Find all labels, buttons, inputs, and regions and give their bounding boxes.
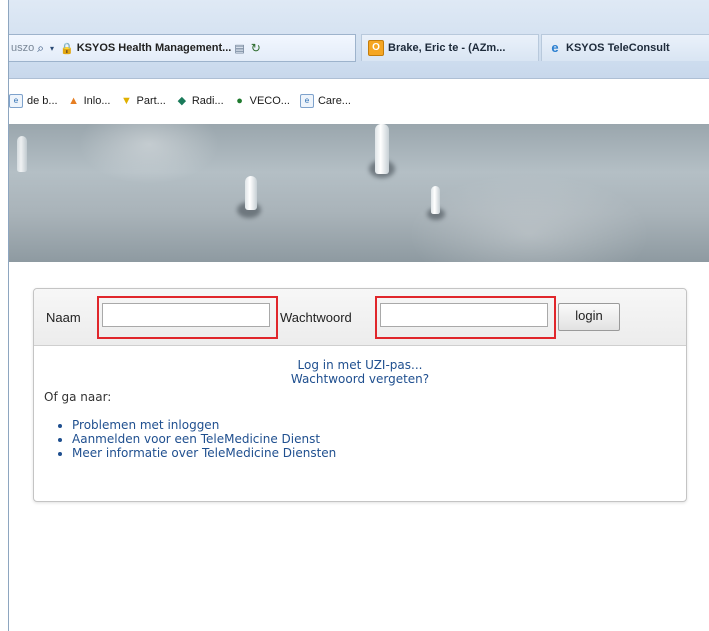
list-item: Problemen met inloggen bbox=[72, 418, 676, 432]
uzi-login-link[interactable]: Log in met UZI-pas... bbox=[44, 358, 676, 372]
naam-label: Naam bbox=[46, 310, 81, 325]
peg-shape bbox=[245, 176, 257, 210]
refresh-icon[interactable]: ↻ bbox=[251, 41, 261, 55]
favorite-label: Part... bbox=[136, 95, 166, 107]
ie-page-icon: e bbox=[551, 40, 559, 55]
search-icon[interactable]: ⌕ bbox=[37, 41, 44, 56]
address-bar[interactable]: uszo ⌕ ▾ 🔒 KSYOS Health Management... ▤ … bbox=[9, 34, 356, 62]
list-item: Meer informatie over TeleMedicine Dienst… bbox=[72, 446, 676, 460]
forgot-password-link[interactable]: Wachtwoord vergeten? bbox=[44, 372, 676, 386]
meer-informatie-link[interactable]: Meer informatie over TeleMedicine Dienst… bbox=[72, 446, 336, 460]
login-options: Log in met UZI-pas... Wachtwoord vergete… bbox=[34, 346, 686, 472]
orange-icon: ▲ bbox=[68, 95, 80, 107]
login-links: Log in met UZI-pas... Wachtwoord vergete… bbox=[44, 358, 676, 386]
favorite-item[interactable]: e Care... bbox=[299, 94, 351, 108]
peg-shape bbox=[17, 136, 27, 172]
login-panel: Naam Wachtwoord login Log in met UZI-pas… bbox=[33, 288, 687, 502]
wachtwoord-label: Wachtwoord bbox=[280, 310, 352, 325]
login-button[interactable]: login bbox=[558, 303, 620, 331]
browser-window: uszo ⌕ ▾ 🔒 KSYOS Health Management... ▤ … bbox=[8, 0, 709, 631]
header-banner-image bbox=[9, 124, 709, 262]
list-item: Aanmelden voor een TeleMedicine Dienst bbox=[72, 432, 676, 446]
tab-outlook[interactable]: O Brake, Eric te - (AZm... bbox=[361, 34, 539, 61]
favorite-item[interactable]: ▼ Part... bbox=[120, 95, 166, 107]
tab-label: KSYOS TeleConsult bbox=[566, 42, 670, 54]
shield-icon: ▼ bbox=[121, 95, 132, 107]
peg-shape bbox=[375, 124, 389, 174]
tab-ksyos-teleconsult[interactable]: e KSYOS TeleConsult bbox=[541, 34, 709, 61]
favorite-item[interactable]: ▲ Inlo... bbox=[68, 95, 111, 107]
compatibility-view-icon[interactable]: ▤ bbox=[234, 42, 244, 55]
login-form-row: Naam Wachtwoord login bbox=[34, 289, 686, 346]
favorites-bar: e de b... ▲ Inlo... ▼ Part... ◆ Radi... … bbox=[9, 90, 709, 112]
naam-input[interactable] bbox=[102, 303, 270, 327]
globe-icon: ● bbox=[236, 95, 243, 107]
favorite-item[interactable]: ◆ Radi... bbox=[176, 95, 224, 107]
favorite-label: de b... bbox=[27, 95, 58, 107]
peg-shape bbox=[431, 186, 440, 214]
aanmelden-dienst-link[interactable]: Aanmelden voor een TeleMedicine Dienst bbox=[72, 432, 320, 446]
problemen-inloggen-link[interactable]: Problemen met inloggen bbox=[72, 418, 219, 432]
dropdown-arrow-icon[interactable]: ▾ bbox=[50, 44, 54, 53]
radi-icon: ◆ bbox=[177, 95, 187, 107]
help-links-list: Problemen met inloggen Aanmelden voor ee… bbox=[44, 418, 676, 460]
browser-tab-bar: uszo ⌕ ▾ 🔒 KSYOS Health Management... ▤ … bbox=[9, 0, 709, 79]
favorite-label: VECO... bbox=[249, 95, 290, 107]
of-ga-naar-label: Of ga naar: bbox=[44, 390, 112, 404]
favorite-label: Radi... bbox=[191, 95, 224, 107]
page-icon: e bbox=[9, 94, 23, 108]
tab-label: Brake, Eric te - (AZm... bbox=[388, 42, 506, 54]
favorite-label: Care... bbox=[317, 95, 351, 107]
wachtwoord-input[interactable] bbox=[380, 303, 548, 327]
favorite-item[interactable]: e de b... bbox=[9, 94, 58, 108]
favorite-label: Inlo... bbox=[83, 95, 111, 107]
address-url-fragment[interactable]: uszo bbox=[11, 42, 34, 54]
favorite-item[interactable]: ● VECO... bbox=[234, 95, 290, 107]
page-icon: e bbox=[299, 94, 314, 108]
lock-icon[interactable]: 🔒 bbox=[60, 42, 74, 55]
page-title-tab[interactable]: KSYOS Health Management... bbox=[77, 42, 232, 54]
outlook-icon: O bbox=[368, 40, 384, 56]
